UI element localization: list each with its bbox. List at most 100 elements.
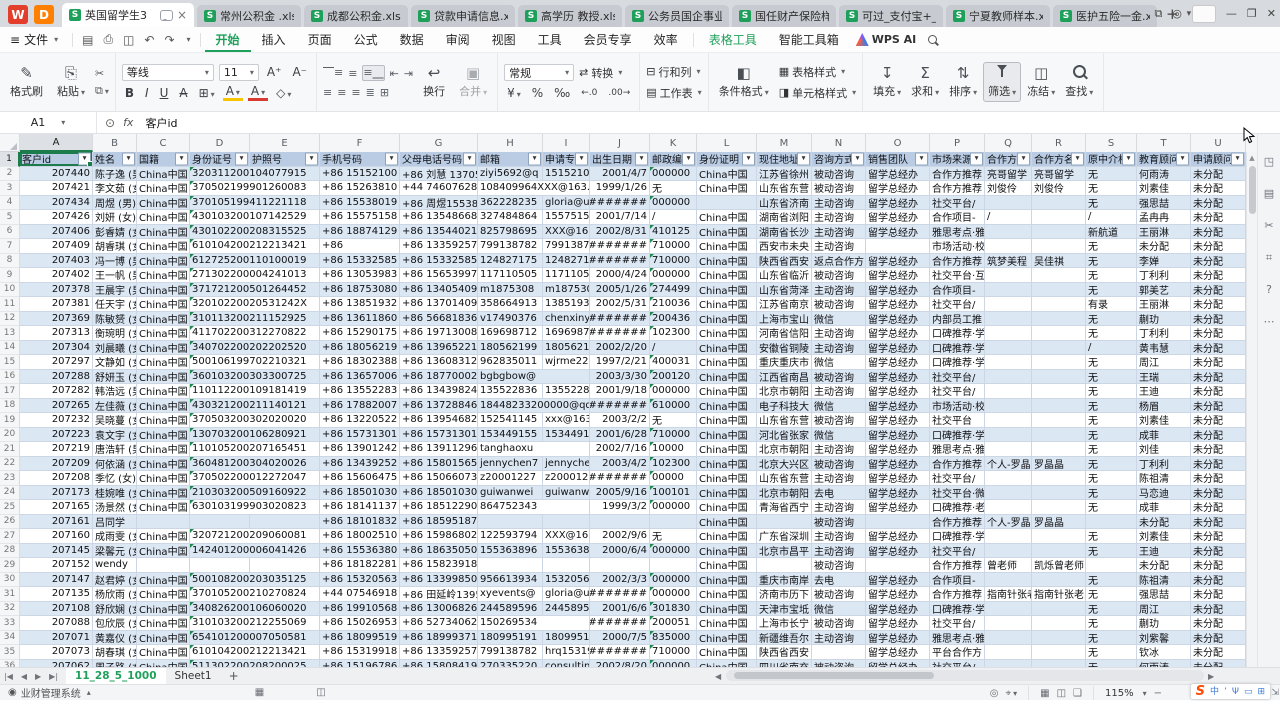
- row-header-30[interactable]: 30: [0, 573, 20, 588]
- cell-I36[interactable]: consultingx: [543, 660, 590, 668]
- cell-O29[interactable]: [866, 558, 930, 573]
- cell-S34[interactable]: 无: [1086, 631, 1137, 646]
- cell-A3[interactable]: 207421: [20, 181, 93, 196]
- cell-S11[interactable]: 有录: [1086, 297, 1137, 312]
- menu-tab-视图[interactable]: 视图: [481, 28, 527, 52]
- cell-M22[interactable]: 北京大兴区: [757, 457, 812, 472]
- cell-T27[interactable]: 刘素佳: [1137, 529, 1191, 544]
- cell-O18[interactable]: 留学总经办: [866, 399, 930, 414]
- search-icon[interactable]: [928, 35, 937, 44]
- cell-M27[interactable]: 广东省深圳: [757, 529, 812, 544]
- cell-P26[interactable]: 合作方推荐: [930, 515, 985, 530]
- header-cell-K1[interactable]: 邮政编码▼: [650, 152, 697, 167]
- cell-N33[interactable]: 被动咨询: [812, 616, 866, 631]
- cell-M36[interactable]: 四川省南充: [757, 660, 812, 668]
- cell-J25[interactable]: 1999/3/2: [590, 500, 650, 515]
- increase-indent-icon[interactable]: ⇥: [404, 67, 413, 80]
- cell-F21[interactable]: +86 13901242: [320, 442, 400, 457]
- column-header-H[interactable]: H: [478, 134, 543, 152]
- cell-S20[interactable]: 无: [1086, 428, 1137, 443]
- cell-C9[interactable]: China中国: [137, 268, 190, 283]
- filter-dropdown-icon[interactable]: ▼: [970, 152, 983, 165]
- sheet-tab-Sheet1[interactable]: Sheet1: [166, 668, 221, 685]
- cell-L36[interactable]: China中国: [697, 660, 757, 668]
- cell-B16[interactable]: 舒妍玉 (女): [93, 370, 137, 385]
- cell-D21[interactable]: 110105200207165451: [190, 442, 320, 457]
- cell-N6[interactable]: 主动咨询: [812, 225, 866, 240]
- cell-H18[interactable]: 18448233200000@qq: [478, 399, 590, 414]
- font-size-select[interactable]: 11▾: [219, 64, 259, 81]
- cell-N22[interactable]: 被动咨询: [812, 457, 866, 472]
- cell-A27[interactable]: 207160: [20, 529, 93, 544]
- cell-J9[interactable]: 2000/4/24: [590, 268, 650, 283]
- cell-R18[interactable]: [1032, 399, 1086, 414]
- align-right-icon[interactable]: ≡: [351, 86, 360, 99]
- cell-H13[interactable]: 169698712: [478, 326, 543, 341]
- cell-D28[interactable]: 142401200006041426: [190, 544, 320, 559]
- cell-U20[interactable]: 未分配: [1191, 428, 1246, 443]
- cell-P8[interactable]: 合作方推荐: [930, 254, 985, 269]
- cell-Q10[interactable]: [985, 283, 1032, 298]
- document-tab[interactable]: S成都公积金.xlsx: [304, 5, 408, 27]
- ime-icon-3[interactable]: ▭: [1244, 687, 1253, 697]
- cell-Q27[interactable]: [985, 529, 1032, 544]
- document-tab[interactable]: S可过_支付宝+_滴滴: [839, 5, 943, 27]
- find-button[interactable]: 查找▾: [1061, 63, 1097, 101]
- cell-M11[interactable]: 江苏省南京: [757, 297, 812, 312]
- cell-U15[interactable]: 未分配: [1191, 355, 1246, 370]
- cell-C15[interactable]: China中国: [137, 355, 190, 370]
- cell-T35[interactable]: 钦冰: [1137, 645, 1191, 660]
- cell-O2[interactable]: 留学总经办: [866, 167, 930, 182]
- row-header-3[interactable]: 3: [0, 181, 20, 196]
- cell-L18[interactable]: China中国: [697, 399, 757, 414]
- cell-S25[interactable]: 无: [1086, 500, 1137, 515]
- cell-B10[interactable]: 王晨宇 (男): [93, 283, 137, 298]
- cell-J24[interactable]: 2005/9/16: [590, 486, 650, 501]
- cell-H27[interactable]: 122593794: [478, 529, 543, 544]
- column-header-P[interactable]: P: [930, 134, 985, 152]
- cell-B2[interactable]: 陈子逸 (男): [93, 167, 137, 182]
- cell-T20[interactable]: 成菲: [1137, 428, 1191, 443]
- cell-H10[interactable]: m1875308: [478, 283, 543, 298]
- cell-Q28[interactable]: [985, 544, 1032, 559]
- cell-O19[interactable]: 留学总经办: [866, 413, 930, 428]
- cell-S5[interactable]: /: [1086, 210, 1137, 225]
- cell-N17[interactable]: 主动咨询: [812, 384, 866, 399]
- filter-dropdown-icon[interactable]: ▼: [635, 152, 648, 165]
- skin-mode-icon[interactable]: ◎: [1172, 7, 1182, 20]
- cell-I11[interactable]: 138519326: [543, 297, 590, 312]
- cell-I13[interactable]: 169698712: [543, 326, 590, 341]
- cell-D14[interactable]: 340702200202202520: [190, 341, 320, 356]
- cell-D29[interactable]: [190, 558, 250, 573]
- cell-I12[interactable]: chenxinyur: [543, 312, 590, 327]
- cell-A29[interactable]: 207152: [20, 558, 93, 573]
- cell-U9[interactable]: 未分配: [1191, 268, 1246, 283]
- cell-K22[interactable]: 102300: [650, 457, 697, 472]
- cell-P21[interactable]: 雅思考点·雅: [930, 442, 985, 457]
- cell-F33[interactable]: +86 15026953: [320, 616, 400, 631]
- ime-icon-4[interactable]: ⊞: [1257, 687, 1265, 697]
- cell-O9[interactable]: 留学总经办: [866, 268, 930, 283]
- strikethrough-button[interactable]: A: [176, 86, 190, 100]
- cell-C19[interactable]: China中国: [137, 413, 190, 428]
- header-cell-S1[interactable]: 原中介机构▼: [1086, 152, 1137, 167]
- cell-C35[interactable]: China中国: [137, 645, 190, 660]
- cell-C11[interactable]: China中国: [137, 297, 190, 312]
- cell-S31[interactable]: 无: [1086, 587, 1137, 602]
- cell-R5[interactable]: [1032, 210, 1086, 225]
- cell-A23[interactable]: 207208: [20, 471, 93, 486]
- filter-dropdown-icon[interactable]: ▼: [122, 152, 135, 165]
- cell-H31[interactable]: xyevents@: [478, 587, 543, 602]
- cell-K25[interactable]: 000000: [650, 500, 697, 515]
- cell-P13[interactable]: 口碑推荐·学: [930, 326, 985, 341]
- cell-B28[interactable]: 梁馨元 (女): [93, 544, 137, 559]
- cell-N34[interactable]: 主动咨询: [812, 631, 866, 646]
- cell-Q32[interactable]: [985, 602, 1032, 617]
- cell-A26[interactable]: 207161: [20, 515, 93, 530]
- cell-I9[interactable]: 117110505: [543, 268, 590, 283]
- cell-N21[interactable]: 主动咨询: [812, 442, 866, 457]
- cell-S23[interactable]: 无: [1086, 471, 1137, 486]
- cell-Q7[interactable]: [985, 239, 1032, 254]
- cell-F36[interactable]: +86 15196786: [320, 660, 400, 668]
- tab-smart-toolbox[interactable]: 智能工具箱: [768, 28, 850, 52]
